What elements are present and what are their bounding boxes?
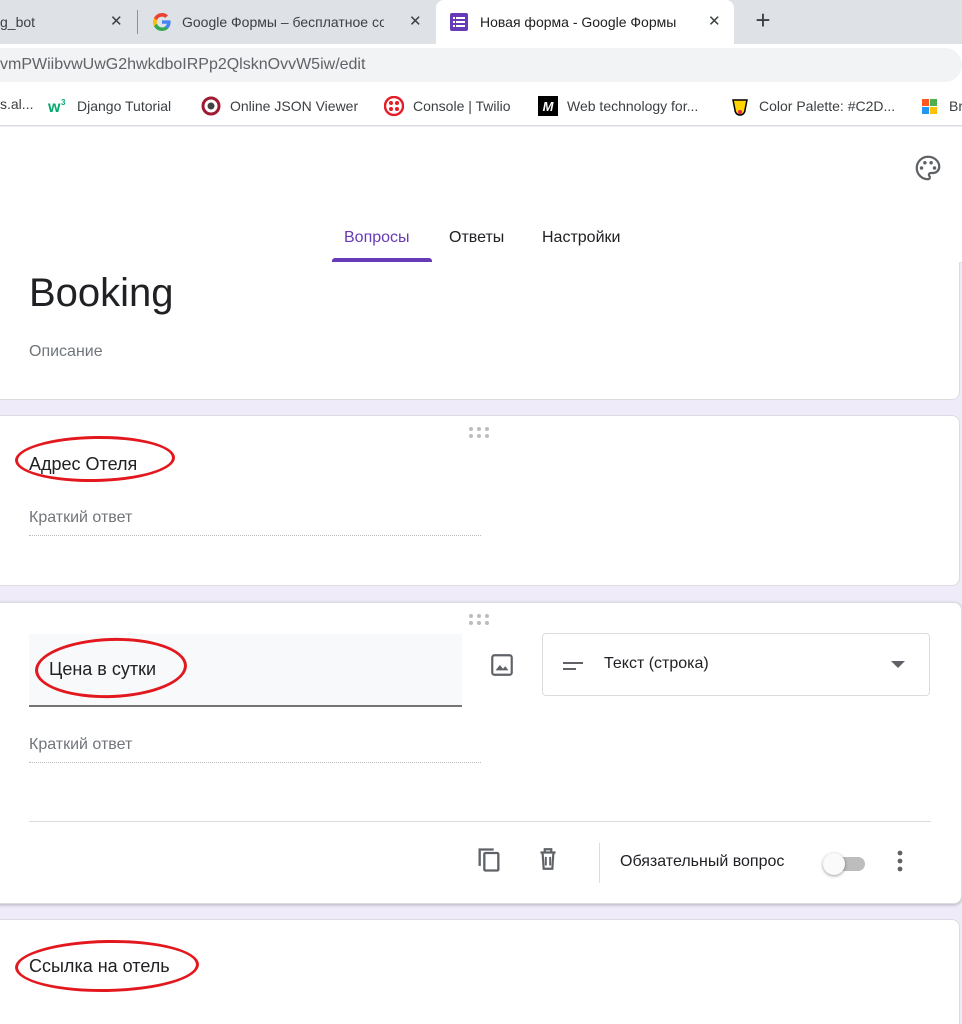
omnibox[interactable]: vmPWiibvwUwG2hwkdboIRPp2QlsknOvvW5iw/edi… (0, 48, 962, 82)
twilio-icon (384, 96, 404, 116)
colorful-icon (920, 96, 940, 116)
forms-header: Вопросы Ответы Настройки (0, 127, 962, 263)
url-text: vmPWiibvwUwG2hwkdboIRPp2QlsknOvvW5iw/edi… (0, 56, 366, 73)
bookmarks-bar: s.al... w3 Django Tutorial Online JSON V… (0, 86, 962, 126)
dropdown-arrow-icon (891, 661, 905, 668)
browser-tab-1[interactable]: g_bot ✕ (0, 0, 138, 44)
tab-title: Новая форма - Google Формы (480, 14, 677, 30)
annotation-ring (14, 938, 200, 994)
close-icon[interactable]: ✕ (708, 12, 721, 30)
bookmark-console-twilio[interactable]: Console | Twilio (384, 96, 511, 116)
bookmark-label: Br (949, 98, 962, 114)
browser-tab-3-active[interactable]: Новая форма - Google Формы ✕ (436, 0, 734, 44)
more-options-icon[interactable] (897, 850, 903, 872)
short-answer-field: Краткий ответ (29, 736, 481, 763)
browser-tab-strip: g_bot ✕ Google Формы – бесплатное со ✕ Н… (0, 0, 962, 44)
question-type-label: Текст (строка) (604, 655, 709, 672)
required-toggle[interactable] (823, 853, 869, 875)
bookmark-label: Color Palette: #C2D... (759, 98, 896, 114)
form-description[interactable]: Описание (29, 343, 103, 361)
add-image-icon[interactable] (489, 652, 515, 678)
bookmark-label: Online JSON Viewer (230, 98, 359, 114)
required-label: Обязательный вопрос (620, 853, 785, 870)
question-card[interactable]: Адрес Отеля Краткий ответ (0, 415, 960, 586)
form-title-card: Booking Описание (0, 262, 960, 400)
address-bar: vmPWiibvwUwG2hwkdboIRPp2QlsknOvvW5iw/edi… (0, 44, 962, 86)
form-title[interactable]: Booking (29, 271, 174, 316)
palette-icon[interactable] (913, 153, 943, 183)
tab-questions[interactable]: Вопросы (344, 229, 410, 247)
bookmark-item[interactable]: Br (920, 96, 962, 116)
bookmark-web-technology[interactable]: M Web technology for... (538, 96, 698, 116)
bookmark-label: Console | Twilio (413, 98, 511, 114)
drag-handle-icon[interactable] (469, 427, 493, 439)
short-answer-field: Краткий ответ (29, 509, 481, 536)
mdn-icon: M (538, 96, 558, 116)
bookmark-label: Django Tutorial (77, 98, 172, 114)
tab-separator (137, 10, 138, 34)
bookmark-django-tutorial[interactable]: w3 Django Tutorial (48, 96, 171, 116)
tab-responses[interactable]: Ответы (449, 229, 504, 247)
active-card-indicator (0, 603, 8, 903)
tab-settings[interactable]: Настройки (542, 229, 620, 247)
close-icon[interactable]: ✕ (409, 12, 422, 30)
tab-title: Google Формы – бесплатное со (182, 14, 384, 30)
annotation-ring (14, 434, 176, 484)
bookmark-online-json-viewer[interactable]: Online JSON Viewer (201, 96, 358, 116)
w3schools-icon: w3 (48, 96, 68, 116)
question-type-dropdown[interactable]: Текст (строка) (542, 633, 930, 696)
new-tab-button[interactable]: + (750, 6, 776, 34)
question-card[interactable]: Ссылка на отель (0, 919, 960, 1024)
svg-text:w: w (48, 99, 61, 114)
delete-icon[interactable] (535, 846, 561, 872)
drag-handle-icon[interactable] (469, 614, 493, 626)
bookmark-item[interactable]: s.al... (0, 96, 33, 112)
palette-site-icon (730, 96, 750, 116)
google-icon (153, 13, 171, 31)
browser-tab-2[interactable]: Google Формы – бесплатное со ✕ (144, 0, 434, 44)
bookmark-color-palette[interactable]: Color Palette: #C2D... (730, 96, 895, 116)
bookmark-label: s.al... (0, 96, 34, 112)
question-card-active[interactable]: Цена в сутки Текст (строка) Краткий отве… (0, 602, 962, 904)
google-forms-icon (450, 13, 468, 31)
tab-title: g_bot (0, 14, 36, 30)
footer-divider (29, 821, 931, 822)
duplicate-icon[interactable] (475, 846, 503, 874)
footer-vertical-divider (599, 843, 600, 883)
json-viewer-icon (201, 96, 221, 116)
svg-text:3: 3 (61, 98, 66, 107)
close-icon[interactable]: ✕ (110, 12, 123, 30)
short-text-icon (563, 659, 583, 671)
bookmark-label: Web technology for... (567, 98, 699, 114)
